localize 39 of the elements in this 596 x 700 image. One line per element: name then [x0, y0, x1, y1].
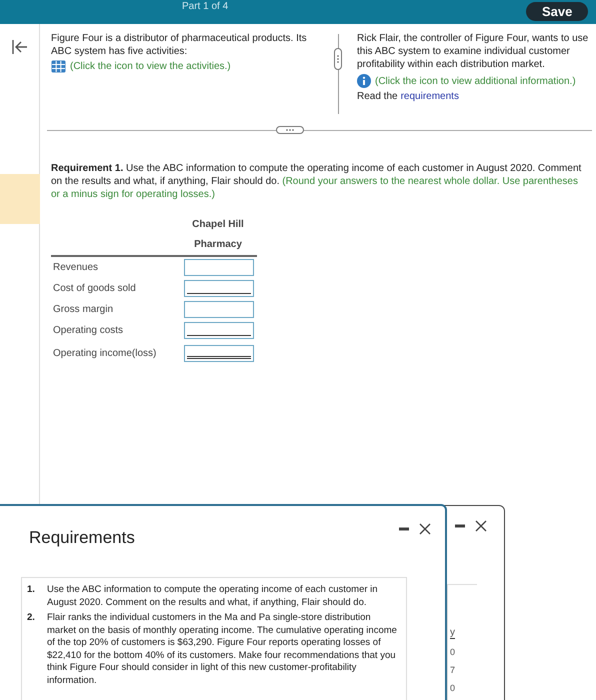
- intro-text: Rick Flair, the controller of Figure Four, wants to use this ABC system to examine individual customer profitability within each distribution market.: [357, 32, 590, 71]
- cell-text: 0: [450, 682, 456, 695]
- requirement-text: Requirement 1. Use the ABC information to compute the operating income of each customer in August 2020. Comment on the results and what, if anything, Flair should do. (Round your answers to the nearest whole dollar. Use parentheses or a minus sign for operating losses.): [51, 162, 582, 201]
- requirements-link[interactable]: requirements: [400, 91, 459, 102]
- input-field[interactable]: [184, 259, 254, 276]
- row-label: Gross margin: [52, 304, 114, 315]
- cell-text: y: [450, 627, 455, 639]
- save-button[interactable]: Save: [526, 2, 588, 21]
- info-icon[interactable]: [357, 74, 371, 88]
- cell-text: 7: [450, 664, 456, 677]
- drag-handle-icon[interactable]: [334, 48, 342, 70]
- input-field[interactable]: [184, 280, 254, 297]
- input-field[interactable]: [184, 301, 254, 318]
- cell-text: 0: [450, 646, 456, 659]
- row-label: Operating costs: [52, 325, 124, 336]
- information-link[interactable]: (Click the icon to view additional information.): [375, 76, 576, 86]
- requirement-item: Use the ABC information to compute the operating income of each customer in August 2020. Comment on the results and what, if anything, Flair should do.: [47, 584, 379, 609]
- highlight-bar: [0, 174, 40, 224]
- progress-label: Part 1 of 4: [182, 1, 228, 12]
- row-label: Revenues: [52, 262, 100, 273]
- table-icon[interactable]: [51, 60, 66, 73]
- read-label: Read the: [357, 91, 398, 102]
- column-header: Chapel Hill Pharmacy: [191, 218, 245, 252]
- activities-link[interactable]: (Click the icon to view the activities.): [70, 61, 231, 72]
- dialog-title: Requirements: [29, 528, 135, 548]
- row-label: Operating income(loss): [52, 348, 158, 359]
- collapse-icon[interactable]: [10, 38, 28, 56]
- item-number: 1.: [27, 584, 36, 597]
- minimize-icon[interactable]: [399, 527, 409, 531]
- minimize-icon[interactable]: [455, 524, 465, 528]
- drag-handle-icon[interactable]: [276, 126, 304, 134]
- input-field[interactable]: [184, 322, 254, 339]
- intro-text: Figure Four is a distributor of pharmaceutical products. Its ABC system has five activities:: [51, 32, 308, 58]
- close-icon[interactable]: [419, 523, 431, 535]
- close-icon[interactable]: [475, 520, 487, 532]
- row-label: Cost of goods sold: [52, 283, 137, 294]
- input-field[interactable]: [184, 345, 254, 362]
- requirement-item: Flair ranks the individual customers in the Ma and Pa single-store distribution market on the basis of monthly operating income. The cumulative operating income of the top 20% of customers is $63,290. Figure Four reports operating losses of $22,410 for the bottom 40% of its customers. Make four recommendations that you think Figure Four should consider in light of this new customer-profitability information.: [47, 612, 398, 687]
- item-number: 2.: [27, 612, 36, 625]
